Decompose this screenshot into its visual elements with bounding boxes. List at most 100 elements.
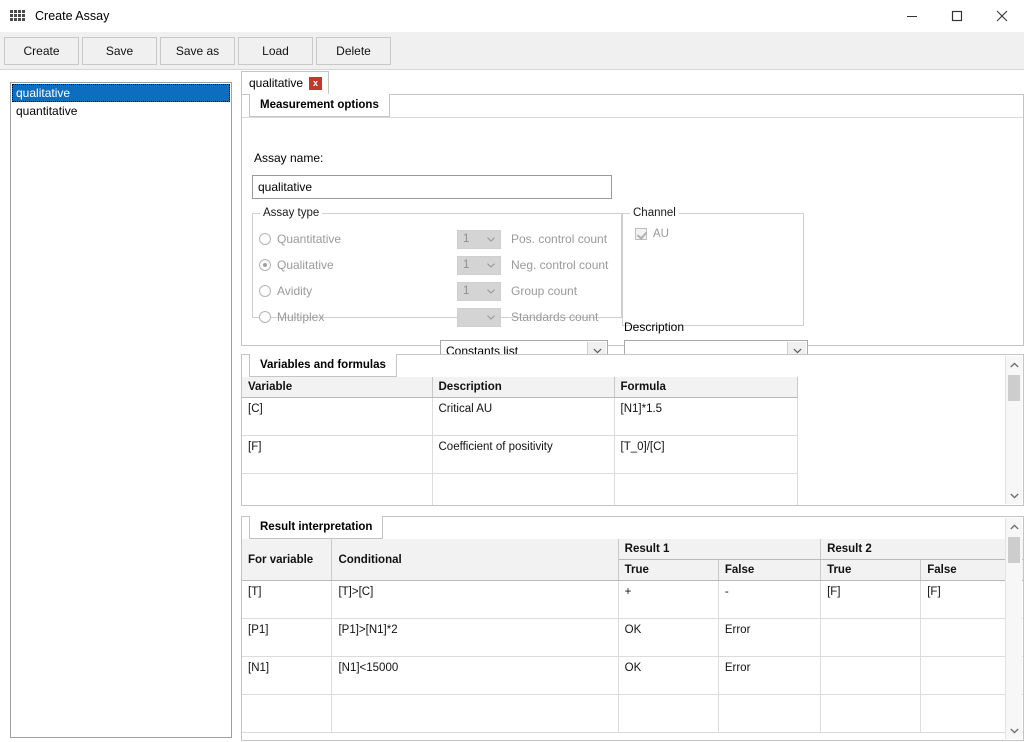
load-button[interactable]: Load (238, 36, 313, 65)
cell-result2-true[interactable] (820, 694, 922, 733)
delete-button[interactable]: Delete (316, 36, 391, 65)
create-button[interactable]: Create (4, 36, 79, 65)
column-result2-true: True (820, 559, 922, 581)
standards-count-spinner[interactable] (457, 307, 501, 327)
channel-label: AU (653, 228, 669, 240)
close-icon[interactable] (979, 0, 1024, 32)
tab-result-interpretation[interactable]: Result interpretation (249, 516, 384, 539)
scroll-up-icon[interactable] (1006, 518, 1022, 535)
cell-formula[interactable]: [N1]*1.5 (614, 397, 798, 436)
assay-type-row-qualitative[interactable]: Qualitative 1 Neg. control count (259, 252, 617, 278)
cell-for-variable[interactable]: [T] (242, 580, 333, 619)
assay-type-row-quantitative[interactable]: Quantitative 1 Pos. control count (259, 226, 617, 252)
assay-list[interactable]: qualitative quantitative (10, 82, 232, 738)
cell-result1-true[interactable]: OK (618, 618, 719, 657)
grid-dots-icon (10, 10, 26, 22)
table-row[interactable]: [C] Critical AU [N1]*1.5 (242, 397, 1023, 436)
radio-avidity[interactable] (259, 285, 271, 297)
group-count-label: Group count (511, 284, 578, 298)
cell-result2-true[interactable]: [F] (820, 580, 922, 619)
list-item[interactable]: quantitative (12, 102, 230, 120)
cell-formula[interactable]: [T_0]/[C] (614, 435, 798, 474)
channel-caption: Channel (630, 207, 679, 219)
result-interpretation-panel: Result interpretation For variable Condi… (241, 516, 1024, 741)
assay-name-input[interactable] (252, 175, 612, 199)
group-count-spinner[interactable]: 1 (457, 281, 501, 301)
cell-description[interactable]: Critical AU (432, 397, 615, 436)
panel-divider (242, 117, 1023, 118)
save-button[interactable]: Save (82, 36, 157, 65)
cell-result2-true[interactable] (820, 618, 922, 657)
cell-result1-false[interactable]: Error (718, 656, 822, 695)
cell-formula[interactable] (614, 473, 798, 505)
assay-type-row-avidity[interactable]: Avidity 1 Group count (259, 278, 617, 304)
scrollbar-thumb[interactable] (1008, 537, 1020, 563)
variables-table-scroll: Variable Description Formula [C] Critica… (242, 355, 1023, 505)
table-row[interactable]: [N1] [N1]<15000 OK Error (242, 656, 1023, 695)
pos-control-count-spinner[interactable]: 1 (457, 229, 501, 249)
tab-label: qualitative (249, 76, 304, 90)
cell-conditional[interactable]: [N1]<15000 (331, 656, 619, 695)
table-row[interactable] (242, 694, 1023, 733)
cell-conditional[interactable]: [P1]>[N1]*2 (331, 618, 619, 657)
cell-for-variable[interactable]: [N1] (242, 656, 333, 695)
radio-qualitative[interactable] (259, 259, 271, 271)
assay-type-label: Qualitative (277, 258, 334, 272)
cell-filler (797, 474, 1023, 506)
scroll-down-icon[interactable] (1006, 487, 1022, 504)
table-row[interactable]: [F] Coefficient of positivity [T_0]/[C] (242, 435, 1023, 474)
cell-result1-false[interactable]: Error (718, 618, 822, 657)
cell-result2-true[interactable] (820, 656, 922, 695)
toolbar: Create Save Save as Load Delete (0, 32, 1024, 70)
result-table-scrollbar[interactable] (1005, 518, 1022, 739)
cell-filler (797, 398, 1023, 436)
variables-table: Variable Description Formula [C] Critica… (242, 377, 1023, 505)
table-row[interactable] (242, 473, 1023, 506)
radio-multiplex[interactable] (259, 311, 271, 323)
cell-result1-false[interactable]: - (718, 580, 822, 619)
cell-variable[interactable]: [F] (242, 435, 433, 474)
assay-type-group: Assay type Quantitative 1 Pos. control c… (252, 207, 622, 327)
scroll-down-icon[interactable] (1006, 722, 1022, 739)
column-conditional: Conditional (331, 539, 619, 581)
tab-close-icon[interactable]: x (309, 76, 323, 90)
column-result2: Result 2 (820, 539, 1023, 560)
scrollbar-thumb[interactable] (1008, 375, 1020, 401)
cell-variable[interactable]: [C] (242, 397, 433, 436)
assay-type-row-multiplex[interactable]: Multiplex Standards count (259, 304, 617, 330)
maximize-icon[interactable] (934, 0, 979, 32)
column-formula: Formula (614, 377, 798, 398)
cell-result1-true[interactable]: + (618, 580, 719, 619)
cell-result1-true[interactable] (618, 694, 719, 733)
result-table: For variable Conditional Result 1 Result… (242, 539, 1023, 733)
column-for-variable: For variable (242, 539, 333, 581)
table-row[interactable]: [T] [T]>[C] + - [F] [F] (242, 580, 1023, 619)
chevron-down-icon (484, 231, 498, 248)
cell-description[interactable] (432, 473, 615, 505)
cell-for-variable[interactable] (242, 694, 333, 733)
tab-measurement-options[interactable]: Measurement options (249, 94, 390, 117)
scroll-up-icon[interactable] (1006, 356, 1022, 373)
minimize-icon[interactable] (889, 0, 934, 32)
tab-variables-formulas[interactable]: Variables and formulas (249, 354, 397, 377)
checkbox-au[interactable] (635, 228, 647, 240)
cell-for-variable[interactable]: [P1] (242, 618, 333, 657)
cell-conditional[interactable] (331, 694, 619, 733)
variables-table-scrollbar[interactable] (1005, 356, 1022, 504)
cell-description[interactable]: Coefficient of positivity (432, 435, 615, 474)
assay-type-label: Quantitative (277, 232, 342, 246)
radio-quantitative[interactable] (259, 233, 271, 245)
cell-result1-false[interactable] (718, 694, 822, 733)
save-as-button[interactable]: Save as (160, 36, 235, 65)
cell-result1-true[interactable]: OK (618, 656, 719, 695)
cell-conditional[interactable]: [T]>[C] (331, 580, 619, 619)
table-header-row-top: For variable Conditional Result 1 Result… (242, 539, 1023, 581)
channel-item-au[interactable]: AU (635, 228, 669, 240)
cell-variable[interactable] (242, 473, 433, 505)
column-variable: Variable (242, 377, 433, 398)
tab-qualitative[interactable]: qualitative x (241, 71, 330, 94)
result-table-scroll: For variable Conditional Result 1 Result… (242, 517, 1023, 740)
table-row[interactable]: [P1] [P1]>[N1]*2 OK Error (242, 618, 1023, 657)
neg-control-count-spinner[interactable]: 1 (457, 255, 501, 275)
list-item[interactable]: qualitative (12, 84, 230, 102)
